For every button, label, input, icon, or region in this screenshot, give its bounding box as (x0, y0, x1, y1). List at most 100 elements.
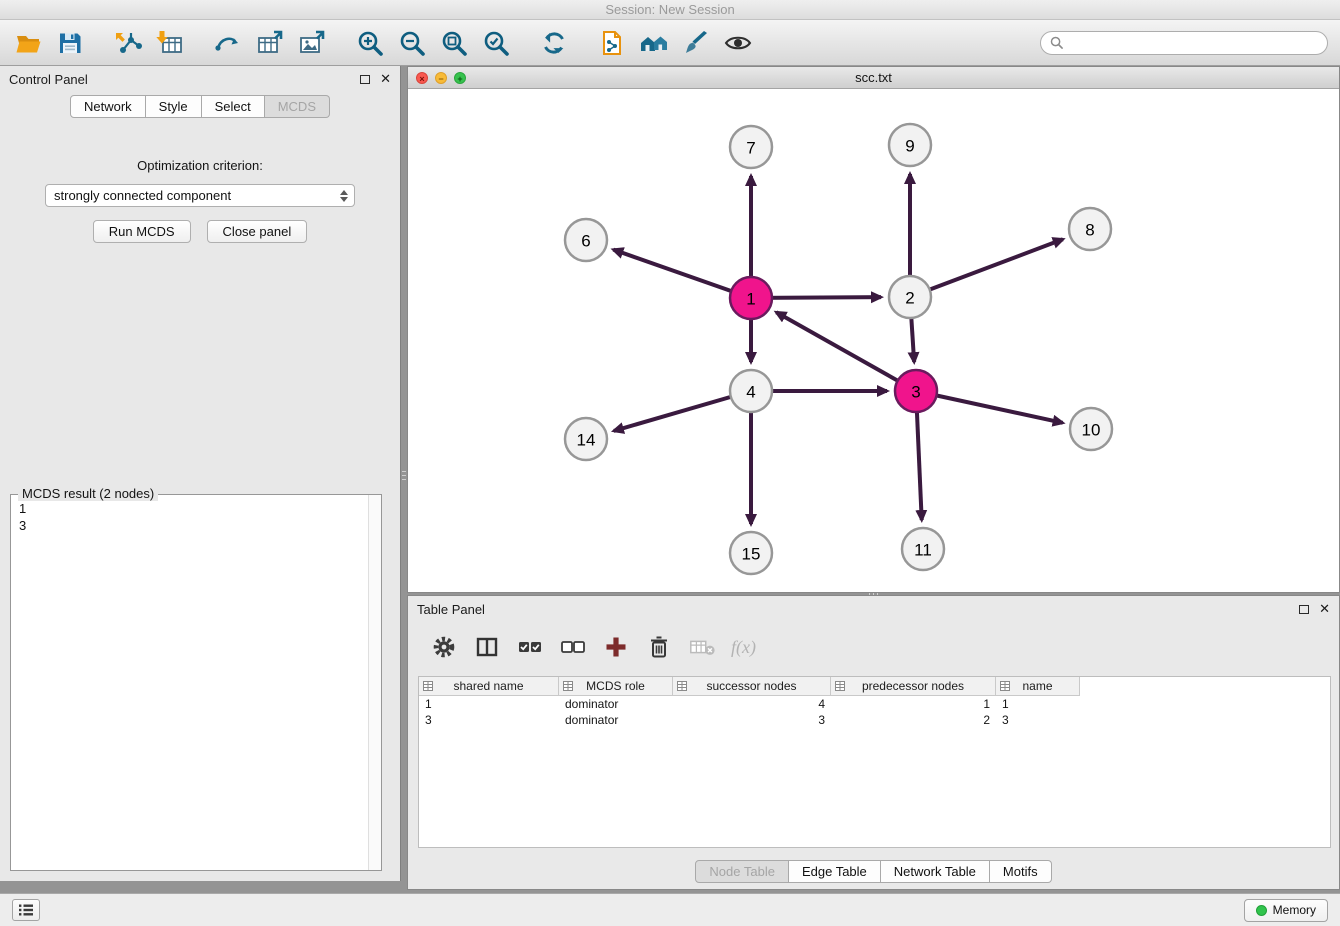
import-network-button[interactable] (112, 27, 144, 59)
export-image-icon (298, 29, 326, 57)
unselect-all-columns-button[interactable] (559, 633, 587, 661)
edge-3-10[interactable] (916, 391, 1063, 423)
tab-network[interactable]: Network (70, 95, 146, 118)
eye-icon (723, 29, 753, 57)
control-panel: Control Panel ✕ NetworkStyleSelectMCDS O… (0, 66, 401, 881)
add-column-button[interactable] (602, 633, 630, 661)
open-folder-icon (14, 29, 42, 57)
zoom-window-icon[interactable]: + (454, 72, 466, 84)
memory-button[interactable]: Memory (1244, 899, 1328, 922)
open-session-button[interactable] (12, 27, 44, 59)
edge-layer (613, 174, 1063, 524)
export-table-button[interactable] (254, 27, 286, 59)
network-node-9[interactable]: 9 (889, 124, 931, 166)
network-node-15[interactable]: 15 (730, 532, 772, 574)
run-mcds-button[interactable]: Run MCDS (93, 220, 191, 243)
export-network-button[interactable] (212, 27, 244, 59)
tab-select[interactable]: Select (202, 95, 265, 118)
fx-icon: f(x) (731, 637, 756, 658)
zoom-out-icon (398, 29, 426, 57)
network-node-3[interactable]: 3 (895, 370, 937, 412)
close-panel-icon[interactable]: ✕ (380, 74, 391, 84)
first-neighbors-button[interactable] (638, 27, 670, 59)
toolbar-search[interactable] (1040, 31, 1328, 55)
delete-column-button[interactable] (645, 633, 673, 661)
network-node-10[interactable]: 10 (1070, 408, 1112, 450)
network-node-4[interactable]: 4 (730, 370, 772, 412)
table-panel: Table Panel ✕ (407, 595, 1340, 890)
save-session-button[interactable] (54, 27, 86, 59)
dropdown-stepper-icon (338, 190, 350, 202)
column-header-shared-name[interactable]: shared name (419, 677, 559, 696)
zoom-fit-icon (440, 29, 468, 57)
export-table-icon (256, 29, 284, 57)
edge-2-8[interactable] (910, 239, 1063, 297)
select-all-columns-button[interactable] (516, 633, 544, 661)
column-header-mcds-role[interactable]: MCDS role (559, 677, 673, 696)
table-row[interactable]: 1dominator411 (419, 696, 1330, 712)
window-title: Session: New Session (605, 2, 734, 17)
float-table-panel-icon[interactable] (1299, 605, 1309, 614)
network-node-14[interactable]: 14 (565, 418, 607, 460)
network-node-6[interactable]: 6 (565, 219, 607, 261)
network-node-8[interactable]: 8 (1069, 208, 1111, 250)
traffic-lights: × − + (416, 72, 466, 84)
import-table-icon (156, 29, 184, 57)
share-arrows-icon (214, 29, 242, 57)
mcds-result-value: 3 (19, 517, 373, 534)
result-scrollbar[interactable] (368, 495, 381, 870)
criterion-dropdown[interactable]: strongly connected component (45, 184, 355, 207)
table-settings-gear-button[interactable] (430, 633, 458, 661)
network-node-2[interactable]: 2 (889, 276, 931, 318)
list-icon (18, 903, 34, 917)
function-builder-button[interactable]: f(x) (731, 633, 756, 661)
tab-network-table[interactable]: Network Table (881, 860, 990, 883)
edge-3-1[interactable] (776, 312, 916, 391)
zoom-selected-icon (482, 29, 510, 57)
columns-icon (474, 634, 500, 660)
column-type-icon (1000, 681, 1010, 691)
zoom-fit-button[interactable] (438, 27, 470, 59)
tab-motifs[interactable]: Motifs (990, 860, 1052, 883)
table-panel-tabs: Node TableEdge TableNetwork TableMotifs (408, 860, 1339, 883)
close-window-icon[interactable]: × (416, 72, 428, 84)
tab-node-table[interactable]: Node Table (695, 860, 789, 883)
show-details-eye-button[interactable] (722, 27, 754, 59)
table-cell: 3 (673, 712, 831, 728)
tab-mcds[interactable]: MCDS (265, 95, 330, 118)
show-columns-button[interactable] (473, 633, 501, 661)
table-row[interactable]: 3dominator323 (419, 712, 1330, 728)
close-panel-button[interactable]: Close panel (207, 220, 308, 243)
task-history-button[interactable] (12, 899, 40, 921)
tab-edge-table[interactable]: Edge Table (789, 860, 881, 883)
application-window: Session: New Session (0, 0, 1340, 926)
statusbar: Memory (0, 893, 1340, 926)
close-table-panel-icon[interactable]: ✕ (1319, 604, 1330, 614)
network-canvas[interactable]: 7 9 6 8 1 2 4 3 14 10 15 11 (408, 89, 1339, 592)
zoom-in-button[interactable] (354, 27, 386, 59)
unselect-all-icon (559, 634, 587, 660)
column-header-name[interactable]: name (996, 677, 1080, 696)
network-node-7[interactable]: 7 (730, 126, 772, 168)
float-panel-icon[interactable] (360, 75, 370, 84)
column-header-predecessor-nodes[interactable]: predecessor nodes (831, 677, 996, 696)
delete-table-button[interactable] (688, 633, 716, 661)
network-node-1[interactable]: 1 (730, 277, 772, 319)
import-table-button[interactable] (154, 27, 186, 59)
refresh-button[interactable] (538, 27, 570, 59)
minimize-window-icon[interactable]: − (435, 72, 447, 84)
search-input[interactable] (1068, 36, 1318, 50)
control-panel-header: Control Panel ✕ (0, 66, 400, 92)
table-cell: 1 (996, 696, 1080, 712)
zoom-out-button[interactable] (396, 27, 428, 59)
import-network-icon (114, 29, 142, 57)
zoom-selected-button[interactable] (480, 27, 512, 59)
plus-icon (603, 634, 629, 660)
style-paint-button[interactable] (680, 27, 712, 59)
control-panel-title: Control Panel (9, 72, 88, 87)
tab-style[interactable]: Style (146, 95, 202, 118)
network-node-11[interactable]: 11 (902, 528, 944, 570)
column-header-successor-nodes[interactable]: successor nodes (673, 677, 831, 696)
copy-network-button[interactable] (596, 27, 628, 59)
export-image-button[interactable] (296, 27, 328, 59)
